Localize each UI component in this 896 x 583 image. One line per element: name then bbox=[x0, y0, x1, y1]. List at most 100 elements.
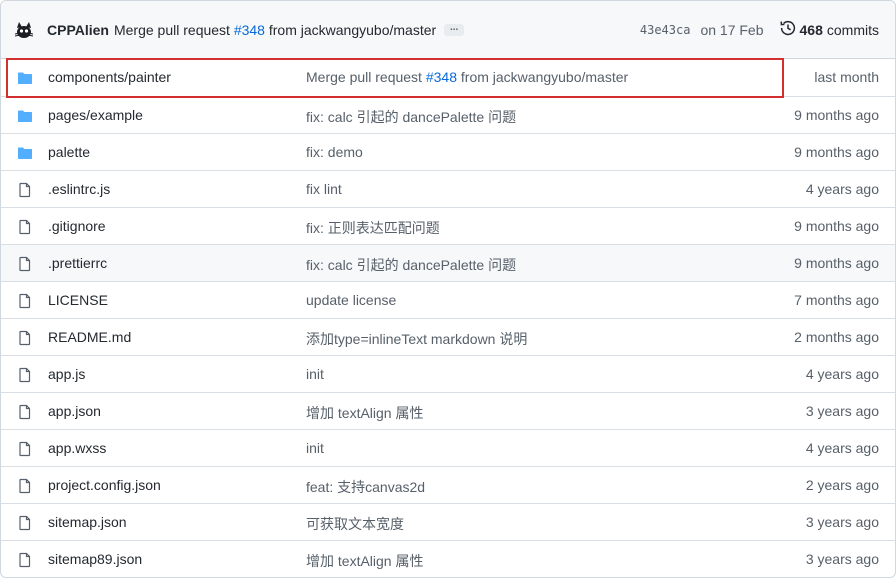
file-name-link[interactable]: pages/example bbox=[48, 107, 143, 123]
commit-message-text: Merge pull request bbox=[306, 69, 426, 85]
file-row[interactable]: README.md 添加type=inlineText markdown 说明 2 … bbox=[1, 318, 895, 355]
commit-message-text: from jackwangyubo/master bbox=[457, 69, 629, 85]
commit-age: 9 months ago bbox=[794, 255, 879, 271]
latest-commit-bar: CPPAlien Merge pull request #348 from ja… bbox=[1, 1, 895, 59]
file-name-link[interactable]: .gitignore bbox=[48, 218, 106, 234]
file-commit-message-link[interactable]: fix lint bbox=[306, 181, 342, 197]
pr-link[interactable]: #348 bbox=[234, 22, 265, 38]
pr-link[interactable]: #348 bbox=[426, 69, 457, 85]
commit-age: 3 years ago bbox=[805, 551, 879, 567]
file-row[interactable]: project.config.json feat: 支持canvas2d 2 yea… bbox=[1, 466, 895, 503]
file-icon bbox=[17, 515, 33, 531]
file-commit-message-link[interactable]: update license bbox=[306, 292, 396, 308]
file-icon bbox=[17, 219, 33, 235]
file-icon bbox=[17, 478, 33, 494]
expand-commit-button[interactable]: ... bbox=[444, 22, 465, 36]
file-row[interactable]: pages/example fix: calc 引起的 dancePalette … bbox=[1, 96, 895, 133]
commit-age: 9 months ago bbox=[794, 218, 879, 234]
file-name-link[interactable]: project.config.json bbox=[48, 477, 161, 493]
file-name-link[interactable]: .prettierrc bbox=[48, 255, 107, 271]
file-row[interactable]: app.js init 4 years ago bbox=[1, 355, 895, 392]
commit-message-link[interactable]: Merge pull request #348 from jackwangyub… bbox=[114, 22, 436, 38]
file-row[interactable]: app.json 增加 textAlign 属性 3 years ago bbox=[1, 392, 895, 429]
commit-message-text: feat: 支持canvas2d bbox=[306, 479, 426, 495]
commit-age: 4 years ago bbox=[805, 440, 879, 456]
commit-sha-link[interactable]: 43e43ca bbox=[640, 23, 691, 37]
file-commit-message-link[interactable]: 可获取文本宽度 bbox=[306, 514, 404, 534]
commit-age: 9 months ago bbox=[794, 107, 879, 123]
file-commit-message-link[interactable]: feat: 支持canvas2d bbox=[306, 477, 425, 497]
file-commit-message-link[interactable]: Merge pull request #348 from jackwangyub… bbox=[306, 69, 628, 85]
file-icon bbox=[17, 182, 33, 198]
file-commit-message-link[interactable]: init bbox=[306, 366, 324, 382]
commits-count-link[interactable]: 468 commits bbox=[779, 20, 879, 39]
file-row[interactable]: .gitignore fix: 正则表达匹配问题 9 months ago bbox=[1, 207, 895, 244]
file-name-link[interactable]: LICENSE bbox=[48, 292, 108, 308]
file-row[interactable]: .eslintrc.js fix lint 4 years ago bbox=[1, 170, 895, 207]
file-name-link[interactable]: components/painter bbox=[48, 69, 171, 85]
file-commit-message-link[interactable]: 增加 textAlign 属性 bbox=[306, 403, 423, 423]
file-browser: CPPAlien Merge pull request #348 from ja… bbox=[0, 0, 896, 578]
commit-message-text: 可获取文本宽度 bbox=[306, 516, 404, 532]
file-icon bbox=[17, 552, 33, 568]
commit-message-text: init bbox=[306, 440, 324, 456]
file-name-link[interactable]: palette bbox=[48, 144, 90, 160]
commit-date: on 17 Feb bbox=[700, 21, 764, 38]
folder-icon bbox=[17, 108, 33, 124]
commit-message-text: fix: calc 引起的 dancePalette 问题 bbox=[306, 109, 517, 125]
file-name-link[interactable]: app.json bbox=[48, 403, 101, 419]
file-row[interactable]: components/painter Merge pull request #34… bbox=[1, 59, 895, 96]
commit-age: 9 months ago bbox=[794, 144, 879, 160]
folder-icon bbox=[17, 145, 33, 161]
file-name-link[interactable]: .eslintrc.js bbox=[48, 181, 110, 197]
commit-message-text: fix: demo bbox=[306, 144, 363, 160]
file-commit-message-link[interactable]: fix: demo bbox=[306, 144, 363, 160]
commit-message-suffix: from jackwangyubo/master bbox=[264, 21, 437, 38]
commit-age: 4 years ago bbox=[805, 181, 879, 197]
file-commit-message-link[interactable]: 增加 textAlign 属性 bbox=[306, 551, 423, 571]
file-icon bbox=[17, 293, 33, 309]
commit-age: last month bbox=[814, 69, 879, 85]
commit-message-text: fix: 正则表达匹配问题 bbox=[306, 220, 440, 236]
file-name-link[interactable]: sitemap89.json bbox=[48, 551, 142, 567]
file-row[interactable]: app.wxss init 4 years ago bbox=[1, 429, 895, 466]
file-row[interactable]: sitemap.json 可获取文本宽度 3 years ago bbox=[1, 503, 895, 540]
commit-message-text: fix: calc 引起的 dancePalette 问题 bbox=[306, 257, 517, 273]
commit-message-text: 增加 textAlign 属性 bbox=[306, 405, 424, 421]
folder-icon bbox=[17, 70, 33, 86]
file-name-link[interactable]: app.wxss bbox=[48, 440, 106, 456]
file-icon bbox=[17, 256, 33, 272]
cat-avatar-icon[interactable] bbox=[13, 19, 35, 41]
file-icon bbox=[17, 441, 33, 457]
file-icon bbox=[17, 367, 33, 383]
file-name-link[interactable]: sitemap.json bbox=[48, 514, 127, 530]
commit-age: 2 months ago bbox=[794, 329, 879, 345]
file-icon bbox=[17, 330, 33, 346]
file-row[interactable]: sitemap89.json 增加 textAlign 属性 3 years ago bbox=[1, 540, 895, 577]
commit-message-text: update license bbox=[306, 292, 397, 308]
commit-message-text: init bbox=[306, 366, 324, 382]
file-commit-message-link[interactable]: fix: calc 引起的 dancePalette 问题 bbox=[306, 255, 516, 275]
file-commit-message-link[interactable]: fix: 正则表达匹配问题 bbox=[306, 218, 440, 238]
commit-age: 3 years ago bbox=[805, 403, 879, 419]
commit-age: 7 months ago bbox=[794, 292, 879, 308]
commit-age: 2 years ago bbox=[805, 477, 879, 493]
file-name-link[interactable]: README.md bbox=[48, 329, 131, 345]
file-row[interactable]: LICENSE update license 7 months ago bbox=[1, 281, 895, 318]
commit-message-text: 增加 textAlign 属性 bbox=[306, 553, 424, 569]
history-icon bbox=[779, 20, 796, 39]
commit-message-text: fix lint bbox=[306, 181, 342, 197]
file-commit-message-link[interactable]: fix: calc 引起的 dancePalette 问题 bbox=[306, 107, 516, 127]
file-commit-message-link[interactable]: 添加type=inlineText markdown 说明 bbox=[306, 329, 527, 349]
commit-message-prefix: Merge pull request bbox=[113, 21, 234, 38]
commit-age: 3 years ago bbox=[805, 514, 879, 530]
commit-age: 4 years ago bbox=[805, 366, 879, 382]
file-commit-message-link[interactable]: init bbox=[306, 440, 324, 456]
file-row[interactable]: .prettierrc fix: calc 引起的 dancePalette 问题… bbox=[1, 244, 895, 281]
commit-author-link[interactable]: CPPAlien bbox=[47, 22, 109, 38]
file-row[interactable]: palette fix: demo 9 months ago bbox=[1, 133, 895, 170]
commit-count: 468 bbox=[799, 21, 823, 38]
file-name-link[interactable]: app.js bbox=[48, 366, 85, 382]
commits-label: commits bbox=[826, 21, 879, 38]
file-icon bbox=[17, 404, 33, 420]
